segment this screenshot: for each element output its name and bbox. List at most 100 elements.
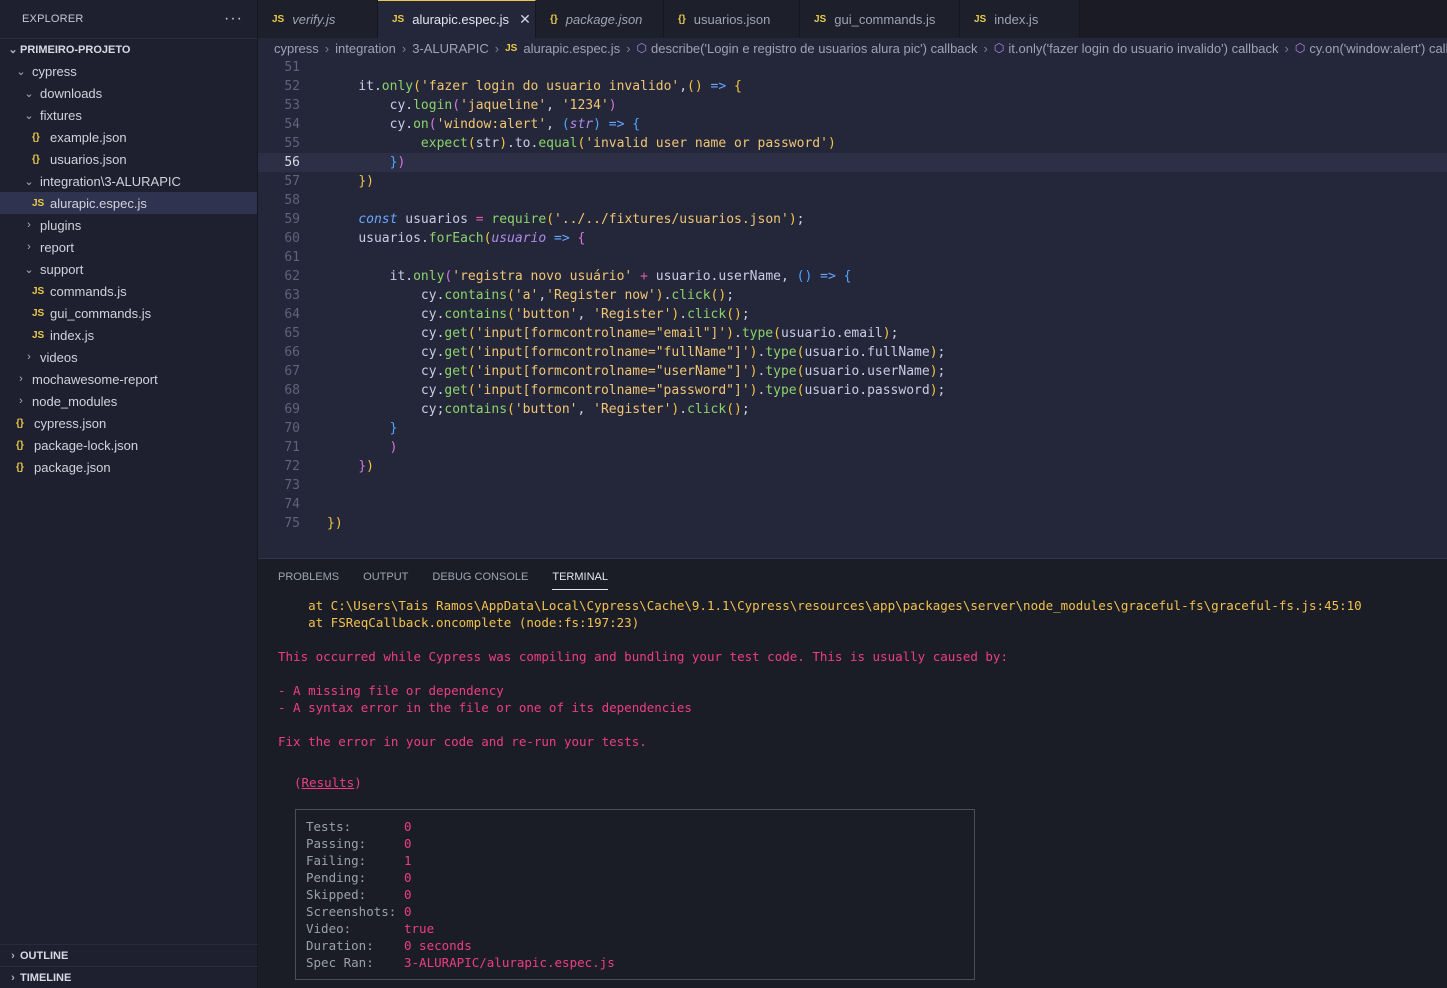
tree-file[interactable]: {} usuarios.json bbox=[0, 148, 257, 170]
tree-folder[interactable]: ⌄ support bbox=[0, 258, 257, 280]
results-value: 0 bbox=[404, 887, 412, 902]
code-line[interactable]: 53 cy.login('jaqueline', '1234') bbox=[258, 96, 1447, 115]
chevron-right-icon: › bbox=[27, 219, 31, 231]
panel-tab[interactable]: PROBLEMS bbox=[278, 565, 339, 589]
terminal-line: - A syntax error in the file or one of i… bbox=[278, 700, 692, 715]
tree-item-label: usuarios.json bbox=[50, 151, 127, 167]
code-line[interactable]: 72 }) bbox=[258, 457, 1447, 476]
code-text: cy;contains('button', 'Register').click(… bbox=[420, 402, 750, 417]
tree-file[interactable]: JS index.js bbox=[0, 324, 257, 346]
js-file-icon: JS bbox=[974, 13, 987, 25]
code-line[interactable]: 64 cy.contains('button', 'Register').cli… bbox=[258, 305, 1447, 324]
code-text: cy.get('input[formcontrolname="fullName"… bbox=[420, 345, 946, 360]
breadcrumb: cypress › integration › 3-ALURAPIC › JS alurapi… bbox=[258, 38, 1447, 58]
editor-tab[interactable]: JS gui_commands.js bbox=[800, 0, 960, 38]
symbol-method-icon: ⬡ bbox=[1294, 41, 1306, 55]
code-editor[interactable]: 51 52 it.only('fazer login do usuario inv… bbox=[258, 58, 1447, 558]
code-line[interactable]: 66 cy.get('input[formcontrolname="fullNa… bbox=[258, 343, 1447, 362]
tree-folder[interactable]: › plugins bbox=[0, 214, 257, 236]
breadcrumb-item[interactable]: integration bbox=[335, 41, 396, 56]
tree-folder[interactable]: › node_modules bbox=[0, 390, 257, 412]
code-line[interactable]: 70 } bbox=[258, 419, 1447, 438]
tree-folder[interactable]: › mochawesome-report bbox=[0, 368, 257, 390]
chevron-right-icon: › bbox=[494, 40, 500, 56]
code-line[interactable]: 59 const usuarios = require('../../fixtu… bbox=[258, 210, 1447, 229]
tree-folder[interactable]: ⌄ fixtures bbox=[0, 104, 257, 126]
tree-file[interactable]: JS commands.js bbox=[0, 280, 257, 302]
outline-label: OUTLINE bbox=[20, 949, 69, 962]
tree-file[interactable]: {} cypress.json bbox=[0, 412, 257, 434]
code-line[interactable]: 69 cy;contains('button', 'Register').cli… bbox=[258, 400, 1447, 419]
editor-tab[interactable]: {} usuarios.json bbox=[664, 0, 800, 38]
code-line[interactable]: 71 ) bbox=[258, 438, 1447, 457]
code-line[interactable]: 74 bbox=[258, 495, 1447, 514]
tab-label: verify.js bbox=[292, 11, 336, 27]
tree-folder[interactable]: ⌄ downloads bbox=[0, 82, 257, 104]
code-line[interactable]: 75}) bbox=[258, 514, 1447, 533]
editor-tab[interactable]: JS verify.js bbox=[258, 0, 378, 38]
code-line[interactable]: 63 cy.contains('a','Register now').click… bbox=[258, 286, 1447, 305]
code-line[interactable]: 62 it.only('registra novo usuário' + usu… bbox=[258, 267, 1447, 286]
breadcrumb-item[interactable]: cy.on('window:alert') callback bbox=[1309, 41, 1447, 56]
code-text: cy.get('input[formcontrolname="userName"… bbox=[420, 364, 946, 379]
code-line[interactable]: 52 it.only('fazer login do usuario inval… bbox=[258, 77, 1447, 96]
code-line[interactable]: 61 bbox=[258, 248, 1447, 267]
results-value: 0 bbox=[404, 904, 412, 919]
terminal-output[interactable]: at C:\Users\Tais Ramos\AppData\Local\Cyp… bbox=[258, 595, 1447, 980]
breadcrumb-item[interactable]: describe('Login e registro de usuarios a… bbox=[651, 41, 978, 56]
code-text: cy.on('window:alert', (str) => { bbox=[389, 117, 641, 132]
code-text: cy.get('input[formcontrolname="password"… bbox=[420, 383, 946, 398]
breadcrumb-item[interactable]: 3-ALURAPIC bbox=[412, 41, 489, 56]
results-key: Failing: bbox=[306, 853, 367, 868]
editor-tab[interactable]: JS alurapic.espec.js ✕ bbox=[378, 0, 536, 38]
more-actions-icon[interactable]: ··· bbox=[224, 10, 243, 28]
symbol-method-icon: ⬡ bbox=[636, 41, 648, 55]
code-line[interactable]: 73 bbox=[258, 476, 1447, 495]
panel-tab[interactable]: OUTPUT bbox=[363, 565, 408, 589]
tree-folder[interactable]: ⌄ cypress bbox=[0, 60, 257, 82]
code-line[interactable]: 60 usuarios.forEach(usuario => { bbox=[258, 229, 1447, 248]
panel-tab[interactable]: DEBUG CONSOLE bbox=[432, 565, 528, 589]
code-line[interactable]: 65 cy.get('input[formcontrolname="email"… bbox=[258, 324, 1447, 343]
close-icon[interactable]: ✕ bbox=[519, 11, 531, 28]
project-folder[interactable]: ⌄ PRIMEIRO-PROJETO bbox=[0, 38, 257, 60]
code-line[interactable]: 67 cy.get('input[formcontrolname="userNa… bbox=[258, 362, 1447, 381]
line-number: 70 bbox=[284, 421, 300, 436]
outline-section[interactable]: › OUTLINE bbox=[0, 944, 258, 966]
code-line[interactable]: 54 cy.on('window:alert', (str) => { bbox=[258, 115, 1447, 134]
tree-item-label: videos bbox=[40, 349, 78, 365]
code-line[interactable]: 58 bbox=[258, 191, 1447, 210]
code-text: }) bbox=[327, 516, 343, 531]
code-line[interactable]: 57 }) bbox=[258, 172, 1447, 191]
tree-folder[interactable]: ⌄ integration\3-ALURAPIC bbox=[0, 170, 257, 192]
results-key: Skipped: bbox=[306, 887, 367, 902]
breadcrumb-item[interactable]: cypress bbox=[274, 41, 319, 56]
results-row: Skipped: 0 bbox=[306, 886, 412, 903]
tree-file[interactable]: {} package-lock.json bbox=[0, 434, 257, 456]
tree-file[interactable]: JS alurapic.espec.js bbox=[0, 192, 257, 214]
chevron-right-icon: › bbox=[11, 949, 15, 962]
tree-item-label: commands.js bbox=[50, 283, 127, 299]
tree-file[interactable]: JS gui_commands.js bbox=[0, 302, 257, 324]
code-line[interactable]: 68 cy.get('input[formcontrolname="passwo… bbox=[258, 381, 1447, 400]
panel-tab[interactable]: TERMINAL bbox=[552, 565, 608, 590]
results-value: 0 bbox=[404, 819, 412, 834]
breadcrumb-item[interactable]: it.only('fazer login do usuario invalido… bbox=[1008, 41, 1278, 56]
code-line[interactable]: 51 bbox=[258, 58, 1447, 77]
code-line[interactable]: 56 }) bbox=[258, 153, 1447, 172]
code-text: expect(str).to.equal('invalid user name … bbox=[420, 136, 836, 151]
editor-tab[interactable]: {} package.json bbox=[536, 0, 664, 38]
tree-folder[interactable]: › report bbox=[0, 236, 257, 258]
symbol-method-icon: ⬡ bbox=[993, 41, 1005, 55]
tree-file[interactable]: {} package.json bbox=[0, 456, 257, 478]
results-key: Tests: bbox=[306, 819, 352, 834]
json-file-icon: {} bbox=[32, 153, 40, 165]
results-row: Screenshots: 0 bbox=[306, 903, 412, 920]
line-number: 59 bbox=[284, 212, 300, 227]
tree-folder[interactable]: › videos bbox=[0, 346, 257, 368]
code-line[interactable]: 55 expect(str).to.equal('invalid user na… bbox=[258, 134, 1447, 153]
timeline-section[interactable]: › TIMELINE bbox=[0, 966, 258, 988]
editor-tab[interactable]: JS index.js bbox=[960, 0, 1080, 38]
tree-file[interactable]: {} example.json bbox=[0, 126, 257, 148]
breadcrumb-item[interactable]: alurapic.espec.js bbox=[523, 41, 620, 56]
